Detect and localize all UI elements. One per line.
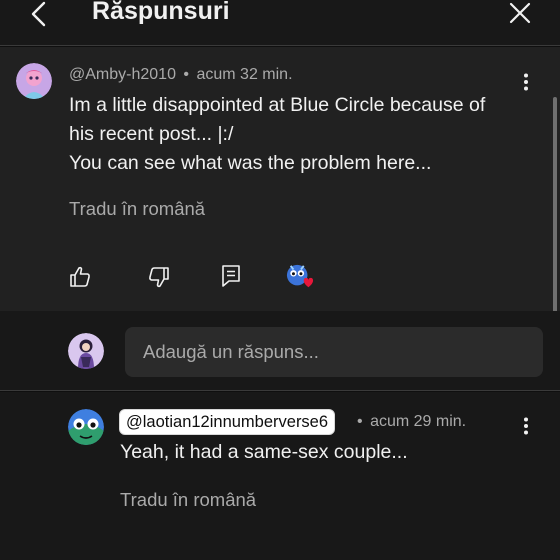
reply-icon xyxy=(222,265,240,287)
comment-line: You can see what was the problem here... xyxy=(69,152,432,174)
meta-separator: • xyxy=(183,66,190,83)
dislike-icon xyxy=(149,267,169,288)
reply-composer xyxy=(0,311,560,391)
like-icon xyxy=(70,266,90,287)
reply-button[interactable] xyxy=(217,262,245,290)
page-title: Răspunsuri xyxy=(92,0,230,25)
avatar[interactable] xyxy=(68,409,104,445)
avatar xyxy=(68,333,104,369)
close-icon xyxy=(509,2,531,24)
dislike-button[interactable] xyxy=(145,263,173,291)
translate-link[interactable]: Tradu în română xyxy=(120,489,256,511)
more-vertical-icon xyxy=(524,417,528,435)
chevron-left-icon xyxy=(31,1,46,27)
reply-time: acum 29 min. xyxy=(370,413,467,430)
more-options-button[interactable] xyxy=(516,68,536,96)
scrollbar[interactable] xyxy=(553,97,557,319)
parent-comment: @Amby-h2010 • acum 32 min. Im a little d… xyxy=(0,47,560,319)
comment-author[interactable]: @Amby-h2010 xyxy=(69,66,176,83)
replies-header: Răspunsuri xyxy=(0,0,560,46)
close-button[interactable] xyxy=(504,0,536,28)
comment-line: Im a little disappointed at Blue Circle … xyxy=(69,94,486,116)
comment-meta: @Amby-h2010 • acum 32 min. xyxy=(69,66,293,84)
meta-separator: • xyxy=(357,413,363,430)
creator-heart-badge xyxy=(286,263,314,291)
mentioned-user[interactable]: @laotian12innumberverse6 xyxy=(119,409,336,435)
reply-input[interactable] xyxy=(125,327,543,377)
translate-link[interactable]: Tradu în română xyxy=(69,198,205,220)
comment-text: Im a little disappointed at Blue Circle … xyxy=(69,91,485,178)
more-options-button[interactable] xyxy=(516,412,536,440)
reply-text: Yeah, it had a same-sex couple... xyxy=(120,441,408,463)
like-button[interactable] xyxy=(66,263,94,291)
more-vertical-icon xyxy=(524,73,528,91)
creator-heart-icon xyxy=(286,264,314,288)
reply-meta: • acum 29 min. xyxy=(357,413,466,431)
avatar[interactable] xyxy=(16,63,52,99)
comment-time: acum 32 min. xyxy=(196,66,293,83)
back-button[interactable] xyxy=(24,0,54,30)
comment-line: his recent post... |:/ xyxy=(69,123,234,145)
reply-comment: @laotian12innumberverse6 • acum 29 min. … xyxy=(0,392,560,560)
